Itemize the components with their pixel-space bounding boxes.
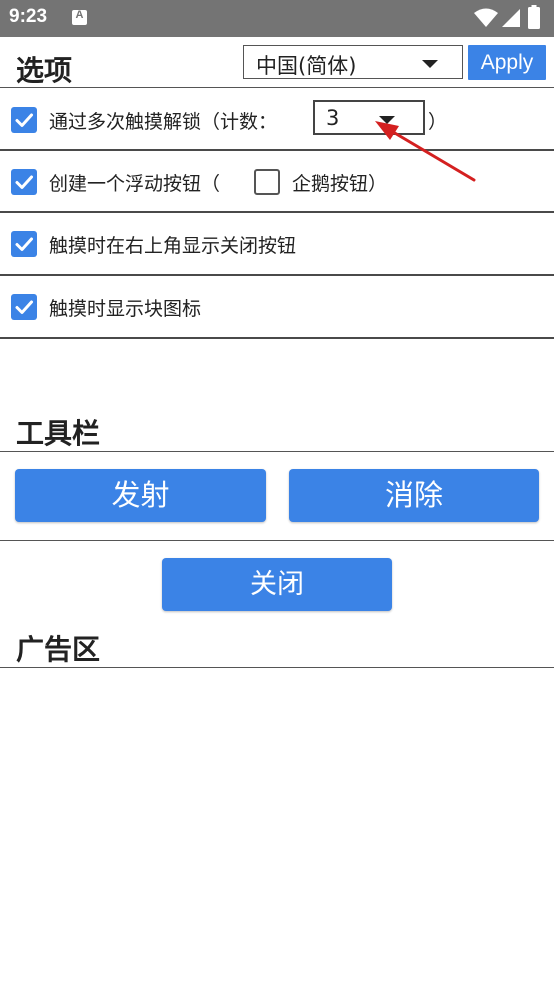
count-select-value: 3 (326, 106, 340, 130)
option-floating-button-label: 创建一个浮动按钮（ (49, 173, 221, 195)
check-icon (15, 113, 33, 127)
options-title: 选项 (16, 54, 73, 87)
ad-area-title: 广告区 (16, 633, 101, 666)
language-select[interactable]: 中国(简体) (243, 45, 463, 79)
checkbox-penguin-button[interactable] (254, 169, 280, 195)
status-bar: 9:23 A (0, 0, 554, 37)
notification-icon: A (72, 9, 87, 25)
option-block-icon-label: 触摸时显示块图标 (49, 298, 202, 320)
annotation-arrow-icon (375, 121, 476, 182)
apply-button[interactable]: Apply (468, 45, 546, 80)
option-block-icon: 触摸时显示块图标 (0, 276, 554, 338)
status-time: 9:23 (9, 6, 48, 27)
wifi-icon (474, 8, 498, 27)
fire-button[interactable]: 发射 (15, 469, 266, 522)
divider (0, 540, 554, 541)
divider (0, 337, 554, 339)
check-icon (15, 175, 33, 189)
notification-glyph: A (75, 9, 84, 21)
check-icon (15, 300, 33, 314)
toolbar-title: 工具栏 (16, 417, 101, 450)
divider (0, 451, 554, 452)
signal-icon (502, 9, 520, 27)
option-touch-unlock-label: 通过多次触摸解锁（计数： (49, 111, 278, 133)
checkbox-block-icon[interactable] (11, 294, 37, 320)
checkbox-close-button[interactable] (11, 231, 37, 257)
checkbox-floating-button[interactable] (11, 169, 37, 195)
check-icon (15, 237, 33, 251)
option-close-button-label: 触摸时在右上角显示关闭按钮 (49, 235, 297, 257)
battery-icon (528, 5, 540, 29)
checkbox-touch-unlock[interactable] (11, 107, 37, 133)
close-button[interactable]: 关闭 (162, 558, 392, 611)
option-close-button: 触摸时在右上角显示关闭按钮 (0, 213, 554, 275)
ad-area-content (0, 668, 554, 984)
chevron-down-icon (422, 60, 438, 68)
clear-button[interactable]: 消除 (289, 469, 539, 522)
language-select-value: 中国(简体) (256, 54, 357, 78)
